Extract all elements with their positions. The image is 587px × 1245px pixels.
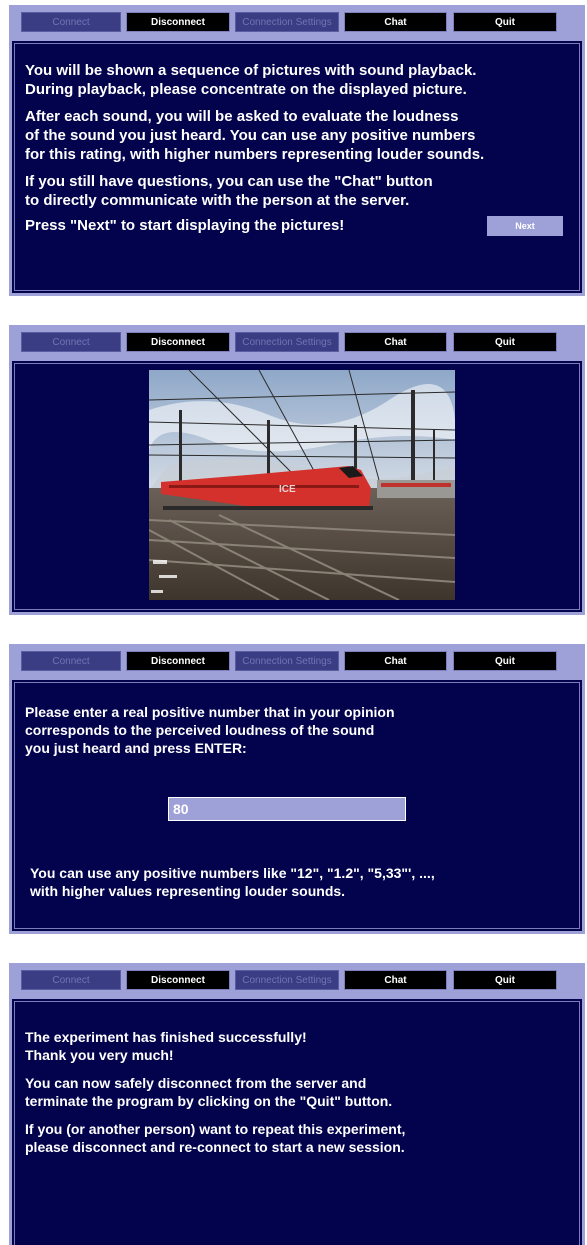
quit-button[interactable]: Quit (453, 12, 557, 32)
screen-picture: Connect Disconnect Connection Settings C… (9, 325, 585, 615)
connect-button[interactable]: Connect (21, 332, 121, 352)
disconnect-button[interactable]: Disconnect (126, 651, 230, 671)
quit-button[interactable]: Quit (453, 970, 557, 990)
connection-settings-button[interactable]: Connection Settings (235, 651, 339, 671)
train-photo-image: ICE (149, 370, 455, 600)
disconnect-button[interactable]: Disconnect (126, 332, 230, 352)
start-prompt-text: Press "Next" to start displaying the pic… (25, 217, 345, 234)
quit-button[interactable]: Quit (453, 651, 557, 671)
connection-settings-button[interactable]: Connection Settings (235, 12, 339, 32)
chat-button[interactable]: Chat (344, 12, 447, 32)
connection-settings-button[interactable]: Connection Settings (235, 332, 339, 352)
content-panel: The experiment has finished successfully… (12, 999, 582, 1245)
connect-button[interactable]: Connect (21, 970, 121, 990)
connect-button[interactable]: Connect (21, 12, 121, 32)
disconnect-instructions-text: You can now safely disconnect from the s… (25, 1075, 393, 1109)
toolbar: Connect Disconnect Connection Settings C… (9, 644, 585, 680)
content-frame: Please enter a real positive number that… (14, 682, 580, 929)
finished-text: The experiment has finished successfully… (25, 1029, 307, 1063)
screen-rating: Connect Disconnect Connection Settings C… (9, 644, 585, 934)
content-panel: Please enter a real positive number that… (12, 680, 582, 931)
content-frame: The experiment has finished successfully… (14, 1001, 580, 1245)
disconnect-button[interactable]: Disconnect (126, 12, 230, 32)
intro-text: You will be shown a sequence of pictures… (25, 62, 477, 98)
train-logo: ICE (279, 484, 296, 495)
toolbar: Connect Disconnect Connection Settings C… (9, 963, 585, 999)
rating-instructions-text: After each sound, you will be asked to e… (25, 108, 485, 163)
chat-button[interactable]: Chat (344, 651, 447, 671)
loudness-input[interactable]: 80 (168, 797, 406, 821)
content-frame: You will be shown a sequence of pictures… (14, 43, 580, 291)
quit-button[interactable]: Quit (453, 332, 557, 352)
content-panel: ICE (12, 361, 582, 612)
connection-settings-button[interactable]: Connection Settings (235, 970, 339, 990)
rating-prompt-text: Please enter a real positive number that… (25, 704, 395, 756)
disconnect-button[interactable]: Disconnect (126, 970, 230, 990)
train-photo: ICE (149, 370, 455, 600)
toolbar: Connect Disconnect Connection Settings C… (9, 5, 585, 41)
content-frame: ICE (14, 363, 580, 610)
chat-help-text: If you still have questions, you can use… (25, 173, 433, 209)
repeat-instructions-text: If you (or another person) want to repea… (25, 1121, 406, 1155)
screen-finished: Connect Disconnect Connection Settings C… (9, 963, 585, 1245)
chat-button[interactable]: Chat (344, 970, 447, 990)
rating-hint-text: You can use any positive numbers like "1… (30, 865, 435, 899)
screen-instructions: Connect Disconnect Connection Settings C… (9, 5, 585, 296)
content-panel: You will be shown a sequence of pictures… (12, 41, 582, 293)
toolbar: Connect Disconnect Connection Settings C… (9, 325, 585, 361)
chat-button[interactable]: Chat (344, 332, 447, 352)
connect-button[interactable]: Connect (21, 651, 121, 671)
next-button[interactable]: Next (487, 216, 563, 236)
